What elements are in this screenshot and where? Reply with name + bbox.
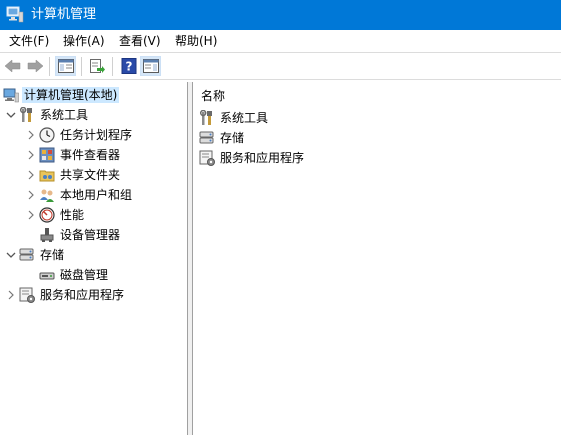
event-viewer-icon <box>39 147 55 163</box>
tree-item-label: 存储 <box>40 248 65 262</box>
clock-icon <box>39 127 55 143</box>
svg-text:?: ? <box>125 60 132 74</box>
chevron-right-icon[interactable] <box>25 185 37 205</box>
chevron-right-icon[interactable] <box>25 145 37 165</box>
chevron-right-icon[interactable] <box>25 125 37 145</box>
show-hide-action-pane-button[interactable] <box>140 56 161 76</box>
shared-folder-icon <box>39 167 55 183</box>
storage-icon <box>199 130 215 146</box>
list-item-storage[interactable]: 存储 <box>199 128 246 148</box>
tree-item-label: 本地用户和组 <box>60 188 133 202</box>
forward-button[interactable] <box>24 56 45 76</box>
system-tools-icon <box>19 106 35 123</box>
chevron-right-icon[interactable] <box>25 165 37 185</box>
services-applications-icon <box>19 287 35 303</box>
tree-item-label: 计算机管理(本地) <box>22 87 120 103</box>
export-list-icon <box>89 59 105 73</box>
list-item-label: 系统工具 <box>220 111 269 125</box>
back-icon <box>4 59 20 73</box>
users-icon <box>39 187 55 203</box>
computer-management-icon <box>6 6 24 23</box>
tree-item-label: 设备管理器 <box>60 228 121 242</box>
show-hide-tree-button[interactable] <box>55 56 76 76</box>
chevron-down-icon[interactable] <box>5 105 17 125</box>
tree-item-event-viewer[interactable]: 事件查看器 <box>25 145 122 165</box>
forward-icon <box>27 59 43 73</box>
tree-item-disk-management[interactable]: 磁盘管理 <box>39 265 110 285</box>
tree-item-shared-folders[interactable]: 共享文件夹 <box>25 165 122 185</box>
content-list: 名称 系统工具 存储 服务和应用程序 <box>192 82 561 435</box>
help-button[interactable]: ? <box>118 56 139 76</box>
toolbar: ? <box>0 52 561 80</box>
toolbar-separator <box>112 57 113 76</box>
window-title: 计算机管理 <box>31 7 97 22</box>
chevron-right-icon[interactable] <box>25 205 37 225</box>
tree-item-services-applications[interactable]: 服务和应用程序 <box>5 285 126 305</box>
chevron-down-icon[interactable] <box>5 245 17 265</box>
tree-item-label: 服务和应用程序 <box>40 288 125 302</box>
tree-item-computer-management[interactable]: 计算机管理(本地) <box>3 85 120 105</box>
tree-item-local-users-groups[interactable]: 本地用户和组 <box>25 185 134 205</box>
tree-item-label: 共享文件夹 <box>60 168 121 182</box>
list-item-services-applications[interactable]: 服务和应用程序 <box>199 148 306 168</box>
export-list-button[interactable] <box>86 56 107 76</box>
tree-item-device-manager[interactable]: 设备管理器 <box>39 225 122 245</box>
tree-item-label: 磁盘管理 <box>60 268 109 282</box>
services-applications-icon <box>199 150 215 166</box>
list-item-label: 存储 <box>220 131 245 145</box>
list-item-system-tools[interactable]: 系统工具 <box>199 108 270 128</box>
tree-item-label: 任务计划程序 <box>60 128 133 142</box>
tree-item-storage[interactable]: 存储 <box>5 245 66 265</box>
menu-bar: 文件(F) 操作(A) 查看(V) 帮助(H) <box>0 30 561 52</box>
toolbar-separator <box>49 57 50 76</box>
storage-icon <box>19 247 35 263</box>
title-bar: 计算机管理 <box>0 0 561 30</box>
list-item-label: 服务和应用程序 <box>220 151 305 165</box>
tree-item-label: 性能 <box>60 208 85 222</box>
show-hide-action-pane-icon <box>142 59 159 73</box>
device-manager-icon <box>39 227 55 243</box>
column-header-name[interactable]: 名称 <box>201 88 225 104</box>
toolbar-separator <box>81 57 82 76</box>
menu-help[interactable]: 帮助(H) <box>173 33 219 49</box>
tree-item-system-tools[interactable]: 系统工具 <box>5 105 90 125</box>
help-icon: ? <box>121 58 136 74</box>
menu-file[interactable]: 文件(F) <box>7 33 51 49</box>
navigation-tree: 计算机管理(本地) 系统工具 任务计划程序 事件查看器 共享文件夹 本地用户和组… <box>0 82 188 435</box>
performance-icon <box>39 207 55 223</box>
tree-item-performance[interactable]: 性能 <box>25 205 86 225</box>
chevron-right-icon[interactable] <box>5 285 17 305</box>
tree-item-task-scheduler[interactable]: 任务计划程序 <box>25 125 134 145</box>
menu-view[interactable]: 查看(V) <box>117 33 163 49</box>
system-tools-icon <box>199 109 215 126</box>
tree-item-label: 系统工具 <box>40 108 89 122</box>
computer-management-icon <box>3 87 19 103</box>
tree-item-label: 事件查看器 <box>60 148 121 162</box>
disk-icon <box>39 267 55 283</box>
menu-action[interactable]: 操作(A) <box>61 33 107 49</box>
back-button[interactable] <box>2 56 23 76</box>
show-hide-tree-icon <box>57 59 74 73</box>
